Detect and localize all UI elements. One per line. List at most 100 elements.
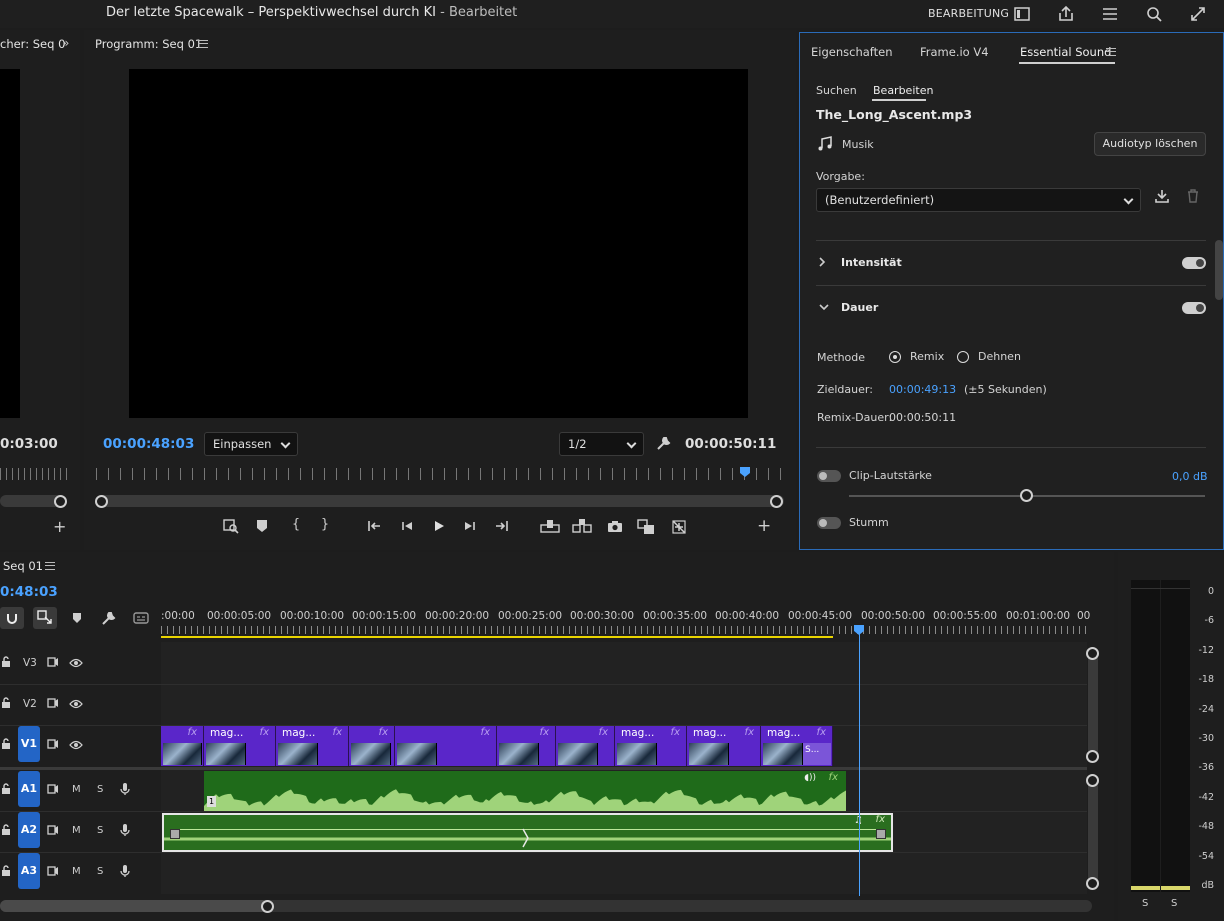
fullscreen-icon[interactable] [1188, 4, 1208, 24]
lock-icon[interactable] [1, 697, 11, 709]
snap-icon[interactable] [0, 607, 24, 629]
timeline-menu-icon[interactable] [45, 562, 55, 570]
video-scroll-knob-top[interactable] [1086, 647, 1099, 660]
video-clip[interactable]: mag... fx [615, 726, 687, 766]
fit-dropdown[interactable]: Einpassen [204, 432, 298, 456]
timeline-zoom-knob[interactable] [261, 900, 274, 913]
lock-icon[interactable] [1, 865, 11, 877]
tab-frameio[interactable]: Frame.io V4 [920, 45, 989, 59]
program-zoom-knob-left[interactable] [95, 495, 108, 508]
sync-lock-icon[interactable] [47, 739, 59, 749]
keyframe-start-icon[interactable] [170, 829, 180, 839]
program-zoom-knob-right[interactable] [770, 495, 783, 508]
lift-icon[interactable] [540, 518, 560, 534]
extract-icon[interactable] [572, 518, 592, 534]
radio-stretch[interactable] [957, 351, 969, 363]
camera-icon[interactable] [606, 518, 624, 534]
resolution-dropdown[interactable]: 1/2 [559, 432, 644, 456]
audio-clip-a2[interactable]: ♫ fx [162, 813, 893, 852]
video-clip[interactable]: fx [161, 726, 204, 766]
mark-in-icon[interactable]: { [286, 517, 306, 532]
radio-remix[interactable] [889, 351, 901, 363]
program-time-ruler[interactable] [96, 468, 782, 480]
eye-icon[interactable] [69, 740, 83, 750]
preset-dropdown[interactable]: (Benutzerdefiniert) [816, 188, 1141, 212]
track-patch-a1[interactable]: A1 [18, 771, 40, 807]
chevron-down-icon[interactable] [818, 302, 830, 312]
play-icon[interactable] [431, 518, 447, 534]
timeline-ruler[interactable]: :00:00 00:00:05:00 00:00:10:00 00:00:15:00 0… [161, 604, 1091, 638]
solo-track-button[interactable]: S [97, 784, 103, 795]
meter-solo-left[interactable]: S [1142, 898, 1148, 909]
work-area-bar[interactable] [161, 636, 833, 638]
chevron-right-icon[interactable] [817, 256, 827, 268]
subtab-edit[interactable]: Bearbeiten [873, 84, 933, 97]
subtab-search[interactable]: Suchen [816, 84, 857, 97]
tab-properties[interactable]: Eigenschaften [811, 45, 893, 59]
radio-stretch-label[interactable]: Dehnen [978, 350, 1021, 363]
mark-out-icon[interactable]: } [315, 517, 335, 532]
timeline-wrench-icon[interactable] [101, 610, 117, 626]
mute-track-button[interactable]: M [72, 825, 81, 836]
essential-sound-menu-icon[interactable] [1106, 48, 1116, 56]
lock-icon[interactable] [1, 738, 11, 750]
program-monitor-screen[interactable] [129, 69, 748, 418]
program-panel-menu-icon[interactable] [198, 40, 208, 48]
audio-scroll-knob-bottom[interactable] [1086, 877, 1099, 890]
video-scroll-knob-bottom[interactable] [1086, 750, 1099, 763]
delete-preset-icon[interactable] [1186, 188, 1200, 204]
timeline-title[interactable]: Seq 01 [3, 559, 43, 573]
timeline-timecode[interactable]: 0:48:03 [0, 584, 58, 600]
track-patch-v1[interactable]: V1 [18, 726, 40, 762]
go-to-in-icon[interactable] [366, 518, 382, 534]
solo-track-button[interactable]: S [97, 866, 103, 877]
clear-audio-type-button[interactable]: Audiotyp löschen [1094, 132, 1206, 156]
step-forward-icon[interactable] [462, 518, 478, 534]
tab-essential-sound[interactable]: Essential Sound [1020, 45, 1111, 59]
video-clip[interactable]: mag... fx [687, 726, 761, 766]
clip-volume-value[interactable]: 0,0 dB [1172, 470, 1208, 483]
save-preset-icon[interactable] [1154, 188, 1170, 204]
linked-selection-icon[interactable] [33, 607, 57, 629]
video-clip[interactable]: fx [497, 726, 556, 766]
source-zoom-knob[interactable] [54, 495, 67, 508]
video-clip[interactable]: fx [395, 726, 497, 766]
radio-remix-label[interactable]: Remix [910, 350, 944, 363]
section-intensity-title[interactable]: Intensität [841, 256, 902, 269]
source-add-button[interactable]: + [53, 517, 66, 536]
sync-lock-icon[interactable] [47, 825, 59, 835]
track-patch-a2[interactable]: A2 [18, 812, 40, 848]
track-patch-a3[interactable]: A3 [18, 853, 40, 889]
duration-toggle[interactable] [1182, 302, 1206, 314]
captions-icon[interactable] [133, 612, 149, 624]
video-clip[interactable]: fx [349, 726, 395, 766]
program-current-timecode[interactable]: 00:00:48:03 [103, 436, 194, 452]
lock-icon[interactable] [1, 656, 11, 668]
mute-track-button[interactable]: M [72, 784, 81, 795]
audio-track-scrollbar[interactable] [1088, 778, 1098, 888]
lift-zoom-icon[interactable] [222, 517, 240, 535]
panel-layout-icon[interactable] [1012, 4, 1032, 24]
mute-toggle[interactable] [817, 517, 841, 529]
microphone-icon[interactable] [119, 782, 131, 796]
sync-lock-icon[interactable] [47, 784, 59, 794]
mute-track-button[interactable]: M [72, 866, 81, 877]
track-label-v2[interactable]: V2 [23, 698, 37, 710]
section-duration-title[interactable]: Dauer [841, 301, 878, 314]
sync-lock-icon[interactable] [47, 698, 59, 708]
video-clip[interactable]: mag... fx [204, 726, 276, 766]
program-panel-title[interactable]: Programm: Seq 01 [95, 37, 202, 51]
workspace-label[interactable]: BEARBEITUNG [928, 7, 1009, 20]
sync-lock-icon[interactable] [47, 657, 59, 667]
lock-icon[interactable] [1, 783, 11, 795]
audio-clip-a1[interactable]: 1 ◖)) fx [204, 771, 846, 811]
microphone-icon[interactable] [119, 823, 131, 837]
step-back-icon[interactable] [399, 518, 415, 534]
audio-scroll-knob-top[interactable] [1086, 774, 1099, 787]
es-panel-scrollbar[interactable] [1215, 240, 1223, 300]
comparison-view-icon[interactable] [636, 518, 656, 536]
source-panel-title[interactable]: cher: Seq 0 [0, 37, 65, 51]
lock-icon[interactable] [1, 824, 11, 836]
meter-solo-right[interactable]: S [1171, 898, 1177, 909]
track-label-v3[interactable]: V3 [23, 657, 37, 669]
